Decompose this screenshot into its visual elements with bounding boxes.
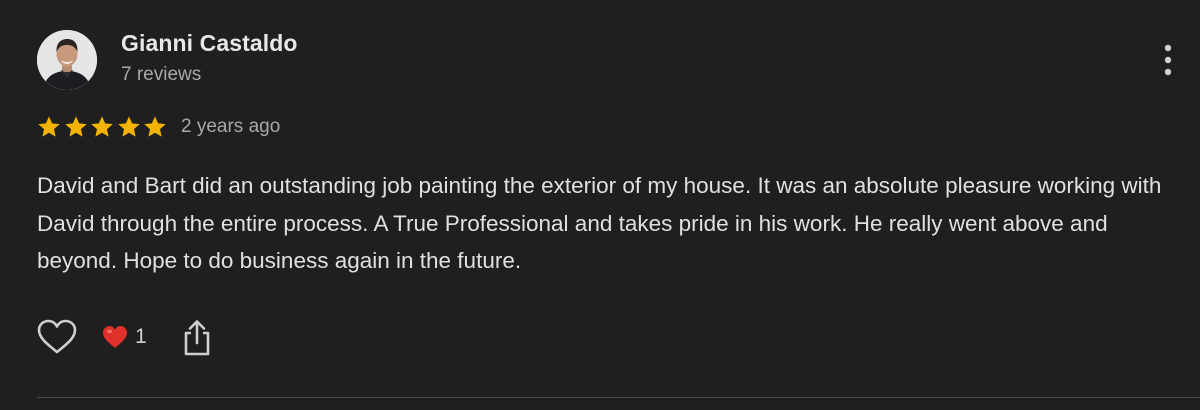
share-button[interactable] xyxy=(180,318,214,358)
divider xyxy=(37,397,1200,398)
star-icon xyxy=(38,116,60,137)
heart-outline-icon xyxy=(37,319,77,354)
avatar-photo xyxy=(37,30,97,90)
avatar[interactable] xyxy=(37,30,97,90)
star-rating xyxy=(36,114,169,140)
author-review-count[interactable]: 7 reviews xyxy=(121,64,201,86)
review-card: Gianni Castaldo 7 reviews 2 years ago Da… xyxy=(0,0,1200,410)
star-icon xyxy=(91,116,113,137)
red-heart-icon xyxy=(103,326,127,348)
more-options-button[interactable] xyxy=(1152,40,1184,80)
review-date: 2 years ago xyxy=(181,116,281,137)
star-icon xyxy=(117,116,140,137)
review-text: David and Bart did an outstanding job pa… xyxy=(37,173,1162,273)
like-button[interactable] xyxy=(36,318,78,356)
share-icon xyxy=(184,320,210,356)
author-name[interactable]: Gianni Castaldo xyxy=(121,30,298,57)
more-vert-icon xyxy=(1164,44,1172,76)
star-icon xyxy=(144,116,166,137)
reaction-count: 1 xyxy=(135,325,147,348)
star-icon xyxy=(64,116,87,137)
reaction-summary[interactable]: 1 xyxy=(101,322,147,352)
